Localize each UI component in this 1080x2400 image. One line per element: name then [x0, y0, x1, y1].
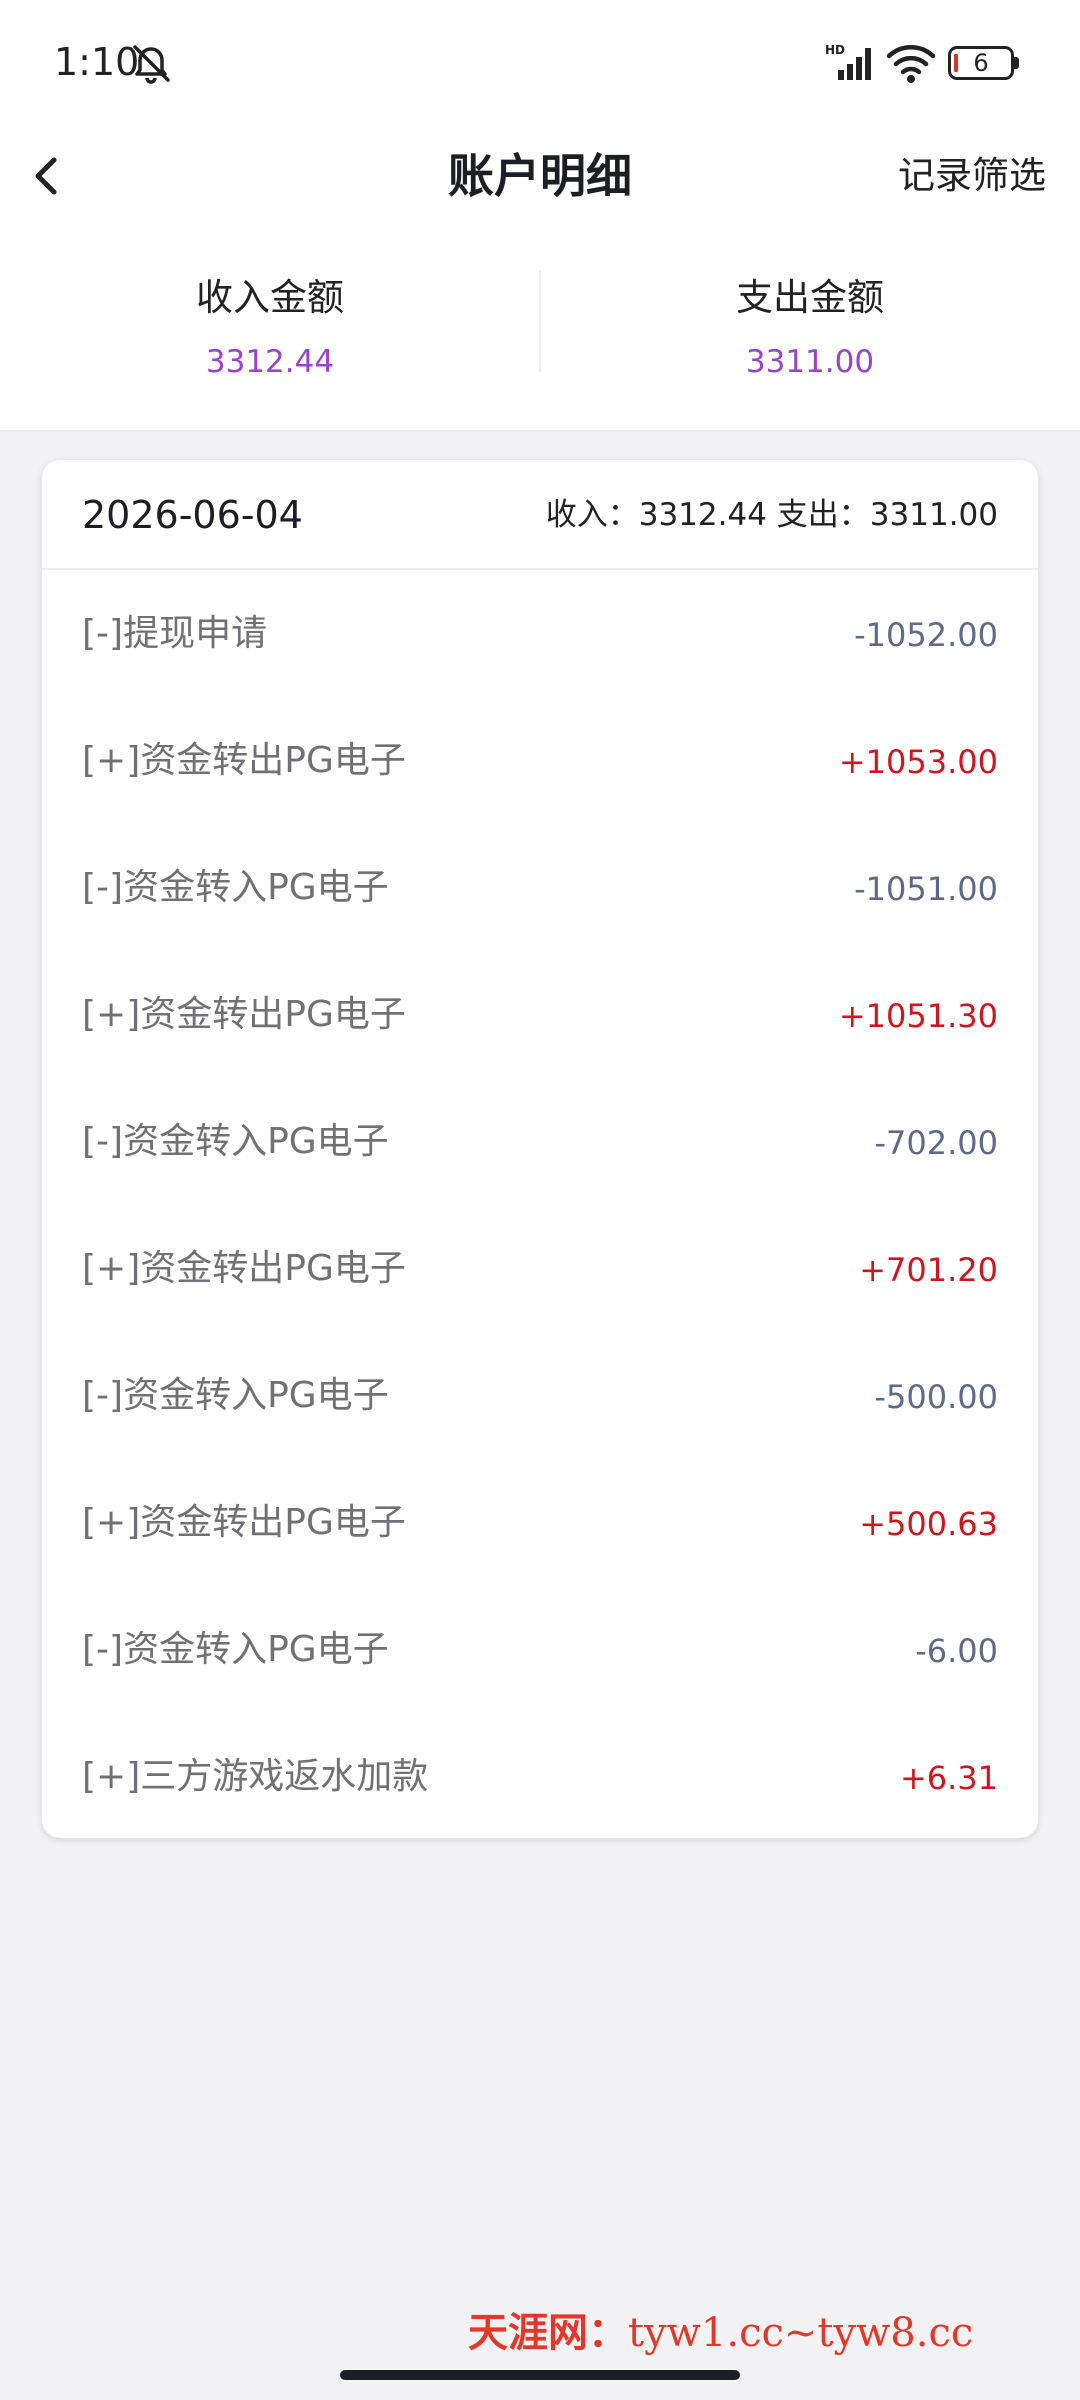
home-indicator[interactable]: [340, 2370, 740, 2380]
cellular-signal-icon: HD: [825, 43, 871, 80]
nav-bar: 账户明细 记录筛选: [0, 124, 1080, 230]
income-label: 收入金额: [196, 276, 344, 319]
table-row[interactable]: [-]资金转入PG电子 -1051.00: [42, 824, 1038, 951]
record-list: [-]提现申请 -1052.00 [+]资金转出PG电子 +1053.00 [-…: [42, 570, 1038, 1838]
row-label: [+]资金转出PG电子: [82, 1502, 406, 1543]
table-row[interactable]: [+]三方游戏返水加款 +6.31: [42, 1713, 1038, 1838]
row-amount: +1051.30: [838, 997, 998, 1035]
row-amount: -702.00: [874, 1124, 998, 1162]
status-bar: 1:10 HD 6: [0, 0, 1080, 124]
daily-record-card: 2026-06-04 收入：3312.44 支出：3311.00 [-]提现申请…: [42, 460, 1038, 1838]
row-label: [-]提现申请: [82, 613, 268, 654]
account-details-screen: 1:10 HD 6 账户明细 记录筛选 收入金额 3312.44 支出金额 33…: [0, 0, 1080, 2400]
battery-icon: 6: [948, 46, 1020, 80]
wifi-icon: [886, 45, 936, 83]
row-label: [+]资金转出PG电子: [82, 994, 406, 1035]
watermark-name: 天涯网：: [468, 2309, 628, 2356]
expense-summary: 支出金额 3311.00: [540, 272, 1080, 382]
row-label: [+]资金转出PG电子: [82, 740, 406, 781]
row-amount: +1053.00: [838, 743, 998, 781]
table-row[interactable]: [+]资金转出PG电子 +500.63: [42, 1459, 1038, 1586]
table-row[interactable]: [-]提现申请 -1052.00: [42, 570, 1038, 697]
row-label: [-]资金转入PG电子: [82, 1375, 389, 1416]
row-label: [-]资金转入PG电子: [82, 1121, 389, 1162]
expense-label: 支出金额: [736, 276, 884, 319]
income-summary: 收入金额 3312.44: [0, 272, 540, 382]
expense-value: 3311.00: [745, 344, 875, 380]
row-amount: +701.20: [859, 1251, 998, 1289]
table-row[interactable]: [+]资金转出PG电子 +701.20: [42, 1205, 1038, 1332]
battery-percent: 6: [973, 49, 989, 77]
income-value: 3312.44: [205, 344, 335, 380]
record-filter-button[interactable]: 记录筛选: [898, 144, 1046, 208]
summary-panel: 收入金额 3312.44 支出金额 3311.00: [0, 230, 1080, 432]
row-amount: -1051.00: [854, 870, 998, 908]
table-row[interactable]: [+]资金转出PG电子 +1051.30: [42, 951, 1038, 1078]
table-row[interactable]: [-]资金转入PG电子 -6.00: [42, 1586, 1038, 1713]
daily-totals: 收入：3312.44 支出：3311.00: [545, 497, 998, 533]
table-row[interactable]: [-]资金转入PG电子 -702.00: [42, 1078, 1038, 1205]
row-amount: -1052.00: [854, 616, 998, 654]
battery-tip: [1014, 57, 1019, 69]
row-amount: -6.00: [915, 1632, 998, 1670]
table-row[interactable]: [+]资金转出PG电子 +1053.00: [42, 697, 1038, 824]
hd-label: HD: [825, 43, 845, 57]
row-label: [+]三方游戏返水加款: [82, 1756, 429, 1797]
watermark-url: tyw1.cc~tyw8.cc: [628, 2310, 974, 2356]
status-time: 1:10: [54, 40, 140, 84]
bell-slash-icon: [133, 45, 170, 84]
row-label: [-]资金转入PG电子: [82, 1629, 389, 1670]
watermark: 天涯网：tyw1.cc~tyw8.cc: [468, 2300, 1080, 2360]
card-header: 2026-06-04 收入：3312.44 支出：3311.00: [42, 460, 1038, 570]
row-label: [-]资金转入PG电子: [82, 867, 389, 908]
row-amount: +6.31: [899, 1759, 998, 1797]
row-amount: -500.00: [874, 1378, 998, 1416]
record-date: 2026-06-04: [82, 493, 303, 537]
row-amount: +500.63: [859, 1505, 998, 1543]
row-label: [+]资金转出PG电子: [82, 1248, 406, 1289]
table-row[interactable]: [-]资金转入PG电子 -500.00: [42, 1332, 1038, 1459]
